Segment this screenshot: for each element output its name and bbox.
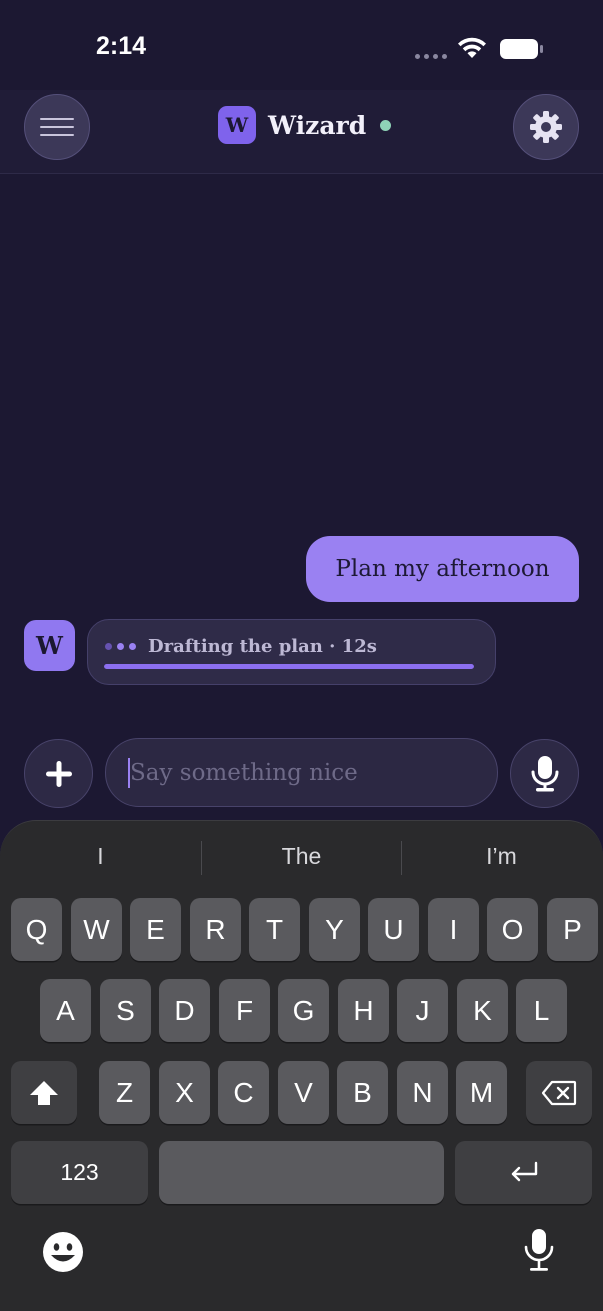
typing-indicator (105, 643, 136, 650)
key-p[interactable]: P (547, 898, 598, 961)
shift-key[interactable] (11, 1061, 77, 1124)
key-w[interactable]: W (71, 898, 122, 961)
suggestion-1[interactable]: I (0, 843, 201, 870)
key-b[interactable]: B (337, 1061, 388, 1124)
keyboard-suggestions: I The I’m (0, 821, 603, 893)
key-r[interactable]: R (190, 898, 241, 961)
message-input[interactable] (130, 759, 497, 786)
settings-button[interactable] (513, 94, 579, 160)
user-message-bubble: Plan my afternoon (306, 536, 579, 602)
drafting-progress-bar (104, 664, 474, 669)
plus-icon (45, 760, 72, 787)
gear-icon (530, 111, 562, 143)
assistant-avatar: W (24, 620, 75, 671)
key-h[interactable]: H (338, 979, 389, 1042)
cellular-signal-icon (415, 54, 447, 59)
emoji-icon[interactable] (42, 1231, 84, 1273)
suggestion-2[interactable]: The (201, 843, 402, 870)
key-c[interactable]: C (218, 1061, 269, 1124)
on-screen-keyboard: I The I’m QWERTYUIOPASDFGHJKLZXCVBNM 123 (0, 820, 603, 1311)
message-input-container[interactable] (105, 738, 498, 807)
key-e[interactable]: E (130, 898, 181, 961)
assistant-typing-bubble: Drafting the plan · 12s (87, 619, 496, 685)
page-title: Wizard (268, 110, 367, 140)
online-status-dot (380, 119, 392, 131)
return-icon (511, 1161, 537, 1181)
backspace-icon (541, 1080, 577, 1105)
key-m[interactable]: M (456, 1061, 507, 1124)
key-j[interactable]: J (397, 979, 448, 1042)
key-o[interactable]: O (487, 898, 538, 961)
brand-logo: W (218, 106, 256, 144)
key-a[interactable]: A (40, 979, 91, 1042)
status-bar: 2:14 (0, 0, 603, 90)
brand: W Wizard (218, 106, 392, 144)
voice-input-button[interactable] (510, 739, 579, 808)
key-x[interactable]: X (159, 1061, 210, 1124)
numbers-key[interactable]: 123 (11, 1141, 148, 1204)
key-v[interactable]: V (278, 1061, 329, 1124)
key-t[interactable]: T (249, 898, 300, 961)
drafting-status-text: Drafting the plan · 12s (148, 636, 377, 657)
shift-icon (30, 1080, 58, 1105)
key-k[interactable]: K (457, 979, 508, 1042)
key-q[interactable]: Q (11, 898, 62, 961)
key-g[interactable]: G (278, 979, 329, 1042)
suggestion-3[interactable]: I’m (401, 843, 602, 870)
drafting-progress-fill (104, 664, 474, 669)
add-attachment-button[interactable] (24, 739, 93, 808)
key-f[interactable]: F (219, 979, 270, 1042)
key-z[interactable]: Z (99, 1061, 150, 1124)
wifi-icon (458, 37, 486, 58)
return-key[interactable] (455, 1141, 592, 1204)
dictation-icon[interactable] (523, 1227, 555, 1273)
app-header: W Wizard (0, 90, 603, 174)
key-i[interactable]: I (428, 898, 479, 961)
microphone-icon (531, 755, 558, 791)
key-y[interactable]: Y (309, 898, 360, 961)
key-l[interactable]: L (516, 979, 567, 1042)
menu-button[interactable] (24, 94, 90, 160)
key-d[interactable]: D (159, 979, 210, 1042)
backspace-key[interactable] (526, 1061, 592, 1124)
battery-icon (500, 39, 543, 59)
key-s[interactable]: S (100, 979, 151, 1042)
key-u[interactable]: U (368, 898, 419, 961)
text-caret (128, 758, 130, 788)
key-n[interactable]: N (397, 1061, 448, 1124)
space-key[interactable] (159, 1141, 444, 1204)
status-time: 2:14 (96, 32, 147, 60)
hamburger-icon (40, 118, 74, 136)
